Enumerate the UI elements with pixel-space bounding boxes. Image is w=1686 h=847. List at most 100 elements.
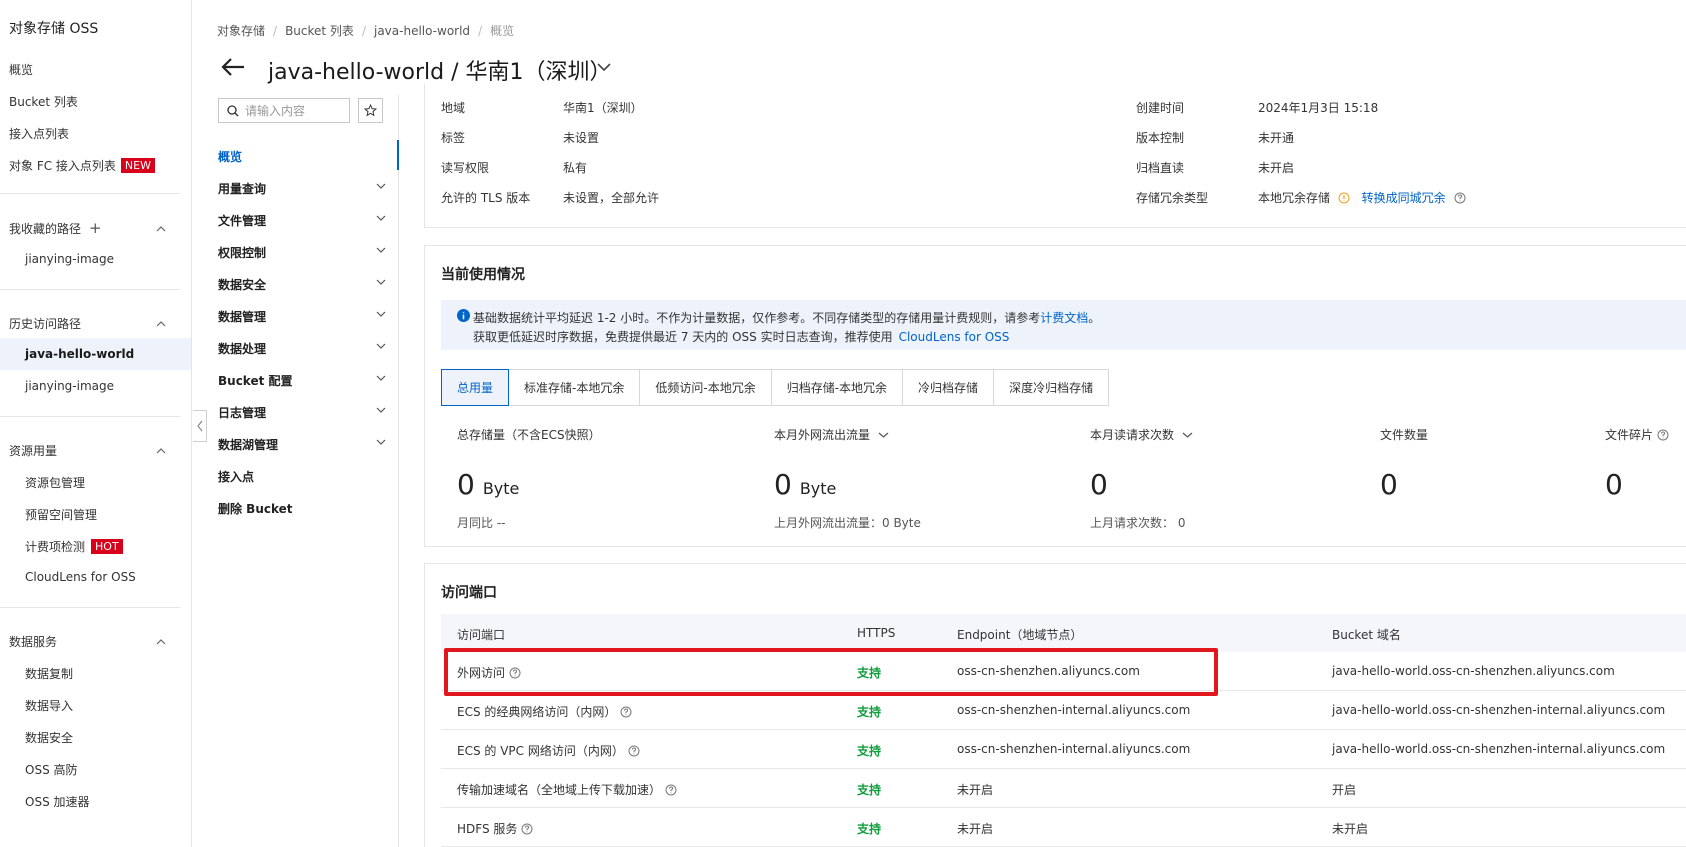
- tab-archive[interactable]: 归档存储-本地冗余: [772, 370, 904, 405]
- nav-search-box[interactable]: [218, 98, 350, 123]
- sidebar-item-fc-access-points[interactable]: 对象 FC 接入点列表 NEW: [9, 157, 155, 174]
- port-label: ECS 的经典网络访问（内网）: [457, 705, 617, 719]
- info-label-region: 地域: [441, 101, 466, 115]
- sidebar-section-resources[interactable]: 资源用量: [9, 442, 57, 459]
- stat-value-traffic: 0 Byte: [774, 468, 836, 501]
- breadcrumb-item[interactable]: java-hello-world: [374, 24, 470, 38]
- sidebar-item-resource-packages[interactable]: 资源包管理: [25, 474, 85, 491]
- convert-redundancy-link[interactable]: 转换成同城冗余: [1362, 191, 1446, 205]
- sidebar-item-billing-check[interactable]: 计费项检测 HOT: [25, 538, 123, 555]
- sidebar-section-data-services[interactable]: 数据服务: [9, 633, 57, 650]
- oss-console: 对象存储 OSS 概览 Bucket 列表 接入点列表 对象 FC 接入点列表 N…: [0, 0, 1686, 847]
- tab-standard[interactable]: 标准存储-本地冗余: [509, 370, 641, 405]
- sidebar-item-bucket-list[interactable]: Bucket 列表: [9, 93, 78, 110]
- nav-item-bucket-config[interactable]: Bucket 配置: [218, 372, 388, 389]
- usage-card: 当前使用情况 基础数据统计平均延迟 1-2 小时。不作为计量数据，仅作参考。不同…: [424, 245, 1686, 547]
- nav-item-access-control[interactable]: 权限控制: [218, 244, 388, 261]
- info-label-redundancy: 存储冗余类型: [1136, 191, 1209, 205]
- tab-cold-archive[interactable]: 冷归档存储: [903, 370, 995, 405]
- sidebar-item-data-replication[interactable]: 数据复制: [25, 665, 73, 682]
- sidebar-section-favorites[interactable]: 我收藏的路径 +: [9, 220, 102, 237]
- history-item[interactable]: jianying-image: [25, 379, 114, 393]
- enable-acceleration-link[interactable]: 开启: [1332, 781, 1356, 798]
- stat-unit: Byte: [482, 479, 520, 498]
- chevron-up-icon[interactable]: [156, 637, 166, 647]
- stat-sub-traffic: 上月外网流出流量：0 Byte: [774, 516, 921, 530]
- chevron-up-icon[interactable]: [156, 446, 166, 456]
- back-arrow-icon[interactable]: [220, 56, 246, 78]
- column-header: 访问端口: [457, 628, 506, 642]
- breadcrumb-item[interactable]: Bucket 列表: [285, 24, 354, 38]
- notice-line-2: 获取更低延迟时序数据，免费提供最近 7 天内的 OSS 实时日志查询，推荐使用 C…: [473, 328, 1009, 345]
- help-icon[interactable]: [509, 667, 521, 679]
- sidebar-item-cloudlens[interactable]: CloudLens for OSS: [25, 570, 136, 584]
- table-header: 访问端口 HTTPS Endpoint（地域节点） Bucket 域名: [441, 614, 1686, 652]
- sidebar-item-overview[interactable]: 概览: [9, 61, 33, 78]
- endpoints-card: 访问端口 访问端口 HTTPS Endpoint（地域节点） Bucket 域名…: [424, 563, 1686, 847]
- help-icon[interactable]: [665, 784, 677, 796]
- info-label-tls: 允许的 TLS 版本: [441, 191, 531, 205]
- stat-label-requests[interactable]: 本月读请求次数: [1090, 426, 1193, 443]
- stat-label-text: 文件碎片: [1605, 428, 1654, 442]
- nav-item-log-management[interactable]: 日志管理: [218, 404, 388, 421]
- sidebar-item-data-import[interactable]: 数据导入: [25, 697, 73, 714]
- favorite-button[interactable]: [358, 98, 383, 123]
- endpoint-cell: oss-cn-shenzhen-internal.aliyuncs.com: [957, 703, 1191, 717]
- stat-label-traffic[interactable]: 本月外网流出流量: [774, 426, 889, 443]
- nav-item-overview[interactable]: 概览: [218, 148, 388, 165]
- https-support: 支持: [857, 783, 882, 797]
- nav-item-data-management[interactable]: 数据管理: [218, 308, 388, 325]
- nav-item-data-lake[interactable]: 数据湖管理: [218, 436, 388, 453]
- sidebar-item-data-security[interactable]: 数据安全: [25, 729, 73, 746]
- stat-value-file-count: 0: [1380, 468, 1398, 501]
- nav-item-file-management[interactable]: 文件管理: [218, 212, 388, 229]
- page-title: java-hello-world / 华南1（深圳）: [268, 60, 612, 85]
- help-icon[interactable]: [521, 823, 533, 835]
- nav-item-delete-bucket[interactable]: 删除 Bucket: [218, 500, 388, 517]
- stat-label-text: 本月读请求次数: [1090, 428, 1175, 442]
- sidebar-item-oss-accelerator[interactable]: OSS 加速器: [25, 793, 90, 810]
- nav-search-input[interactable]: [245, 103, 335, 118]
- chevron-up-icon[interactable]: [156, 224, 166, 234]
- nav-label: 数据管理: [218, 310, 267, 324]
- nav-item-data-processing[interactable]: 数据处理: [218, 340, 388, 357]
- nav-label: 数据处理: [218, 342, 267, 356]
- cloudlens-link[interactable]: CloudLens for OSS: [899, 330, 1010, 344]
- tab-infrequent[interactable]: 低频访问-本地冗余: [640, 370, 772, 405]
- stat-label-fragments: 文件碎片: [1605, 426, 1669, 443]
- nav-label: 用量查询: [218, 182, 267, 196]
- nav-label: 删除 Bucket: [218, 502, 293, 516]
- sidebar-divider: [0, 289, 180, 290]
- nav-item-usage-query[interactable]: 用量查询: [218, 180, 388, 197]
- help-icon[interactable]: [1657, 429, 1669, 441]
- warning-icon: [1338, 192, 1350, 204]
- chevron-up-icon[interactable]: [156, 319, 166, 329]
- tab-total-usage[interactable]: 总用量: [441, 369, 510, 406]
- favorite-item[interactable]: jianying-image: [25, 252, 114, 266]
- chevron-down-icon: [376, 247, 386, 253]
- port-label: ECS 的 VPC 网络访问（内网）: [457, 744, 624, 758]
- nav-item-data-security[interactable]: 数据安全: [218, 276, 388, 293]
- nav-item-access-point[interactable]: 接入点: [218, 468, 388, 485]
- sidebar-item-label: Bucket 列表: [9, 95, 78, 109]
- stat-value-requests: 0: [1090, 468, 1108, 501]
- sidebar-item-access-points[interactable]: 接入点列表: [9, 125, 69, 142]
- info-label-acl: 读写权限: [441, 161, 490, 175]
- tab-deep-cold-archive[interactable]: 深度冷归档存储: [994, 370, 1108, 405]
- chevron-down-icon: [376, 439, 386, 445]
- help-icon[interactable]: [628, 745, 640, 757]
- breadcrumb-item[interactable]: 对象存储: [217, 24, 265, 38]
- sidebar-item-reserved-space[interactable]: 预留空间管理: [25, 506, 97, 523]
- history-item-active[interactable]: java-hello-world: [25, 347, 134, 361]
- help-icon[interactable]: [1454, 192, 1466, 204]
- chevron-down-icon[interactable]: [596, 62, 612, 72]
- sidebar-divider: [0, 193, 180, 194]
- nav-label: Bucket 配置: [218, 374, 293, 388]
- sidebar-item-oss-ddos[interactable]: OSS 高防: [25, 761, 78, 778]
- sidebar-section-history[interactable]: 历史访问路径: [9, 315, 81, 332]
- billing-doc-link[interactable]: 计费文档: [1040, 311, 1088, 325]
- help-icon[interactable]: [620, 706, 632, 718]
- port-label: HDFS 服务: [457, 822, 518, 836]
- nav-label: 接入点: [218, 470, 255, 484]
- add-favorite-icon[interactable]: +: [89, 221, 102, 236]
